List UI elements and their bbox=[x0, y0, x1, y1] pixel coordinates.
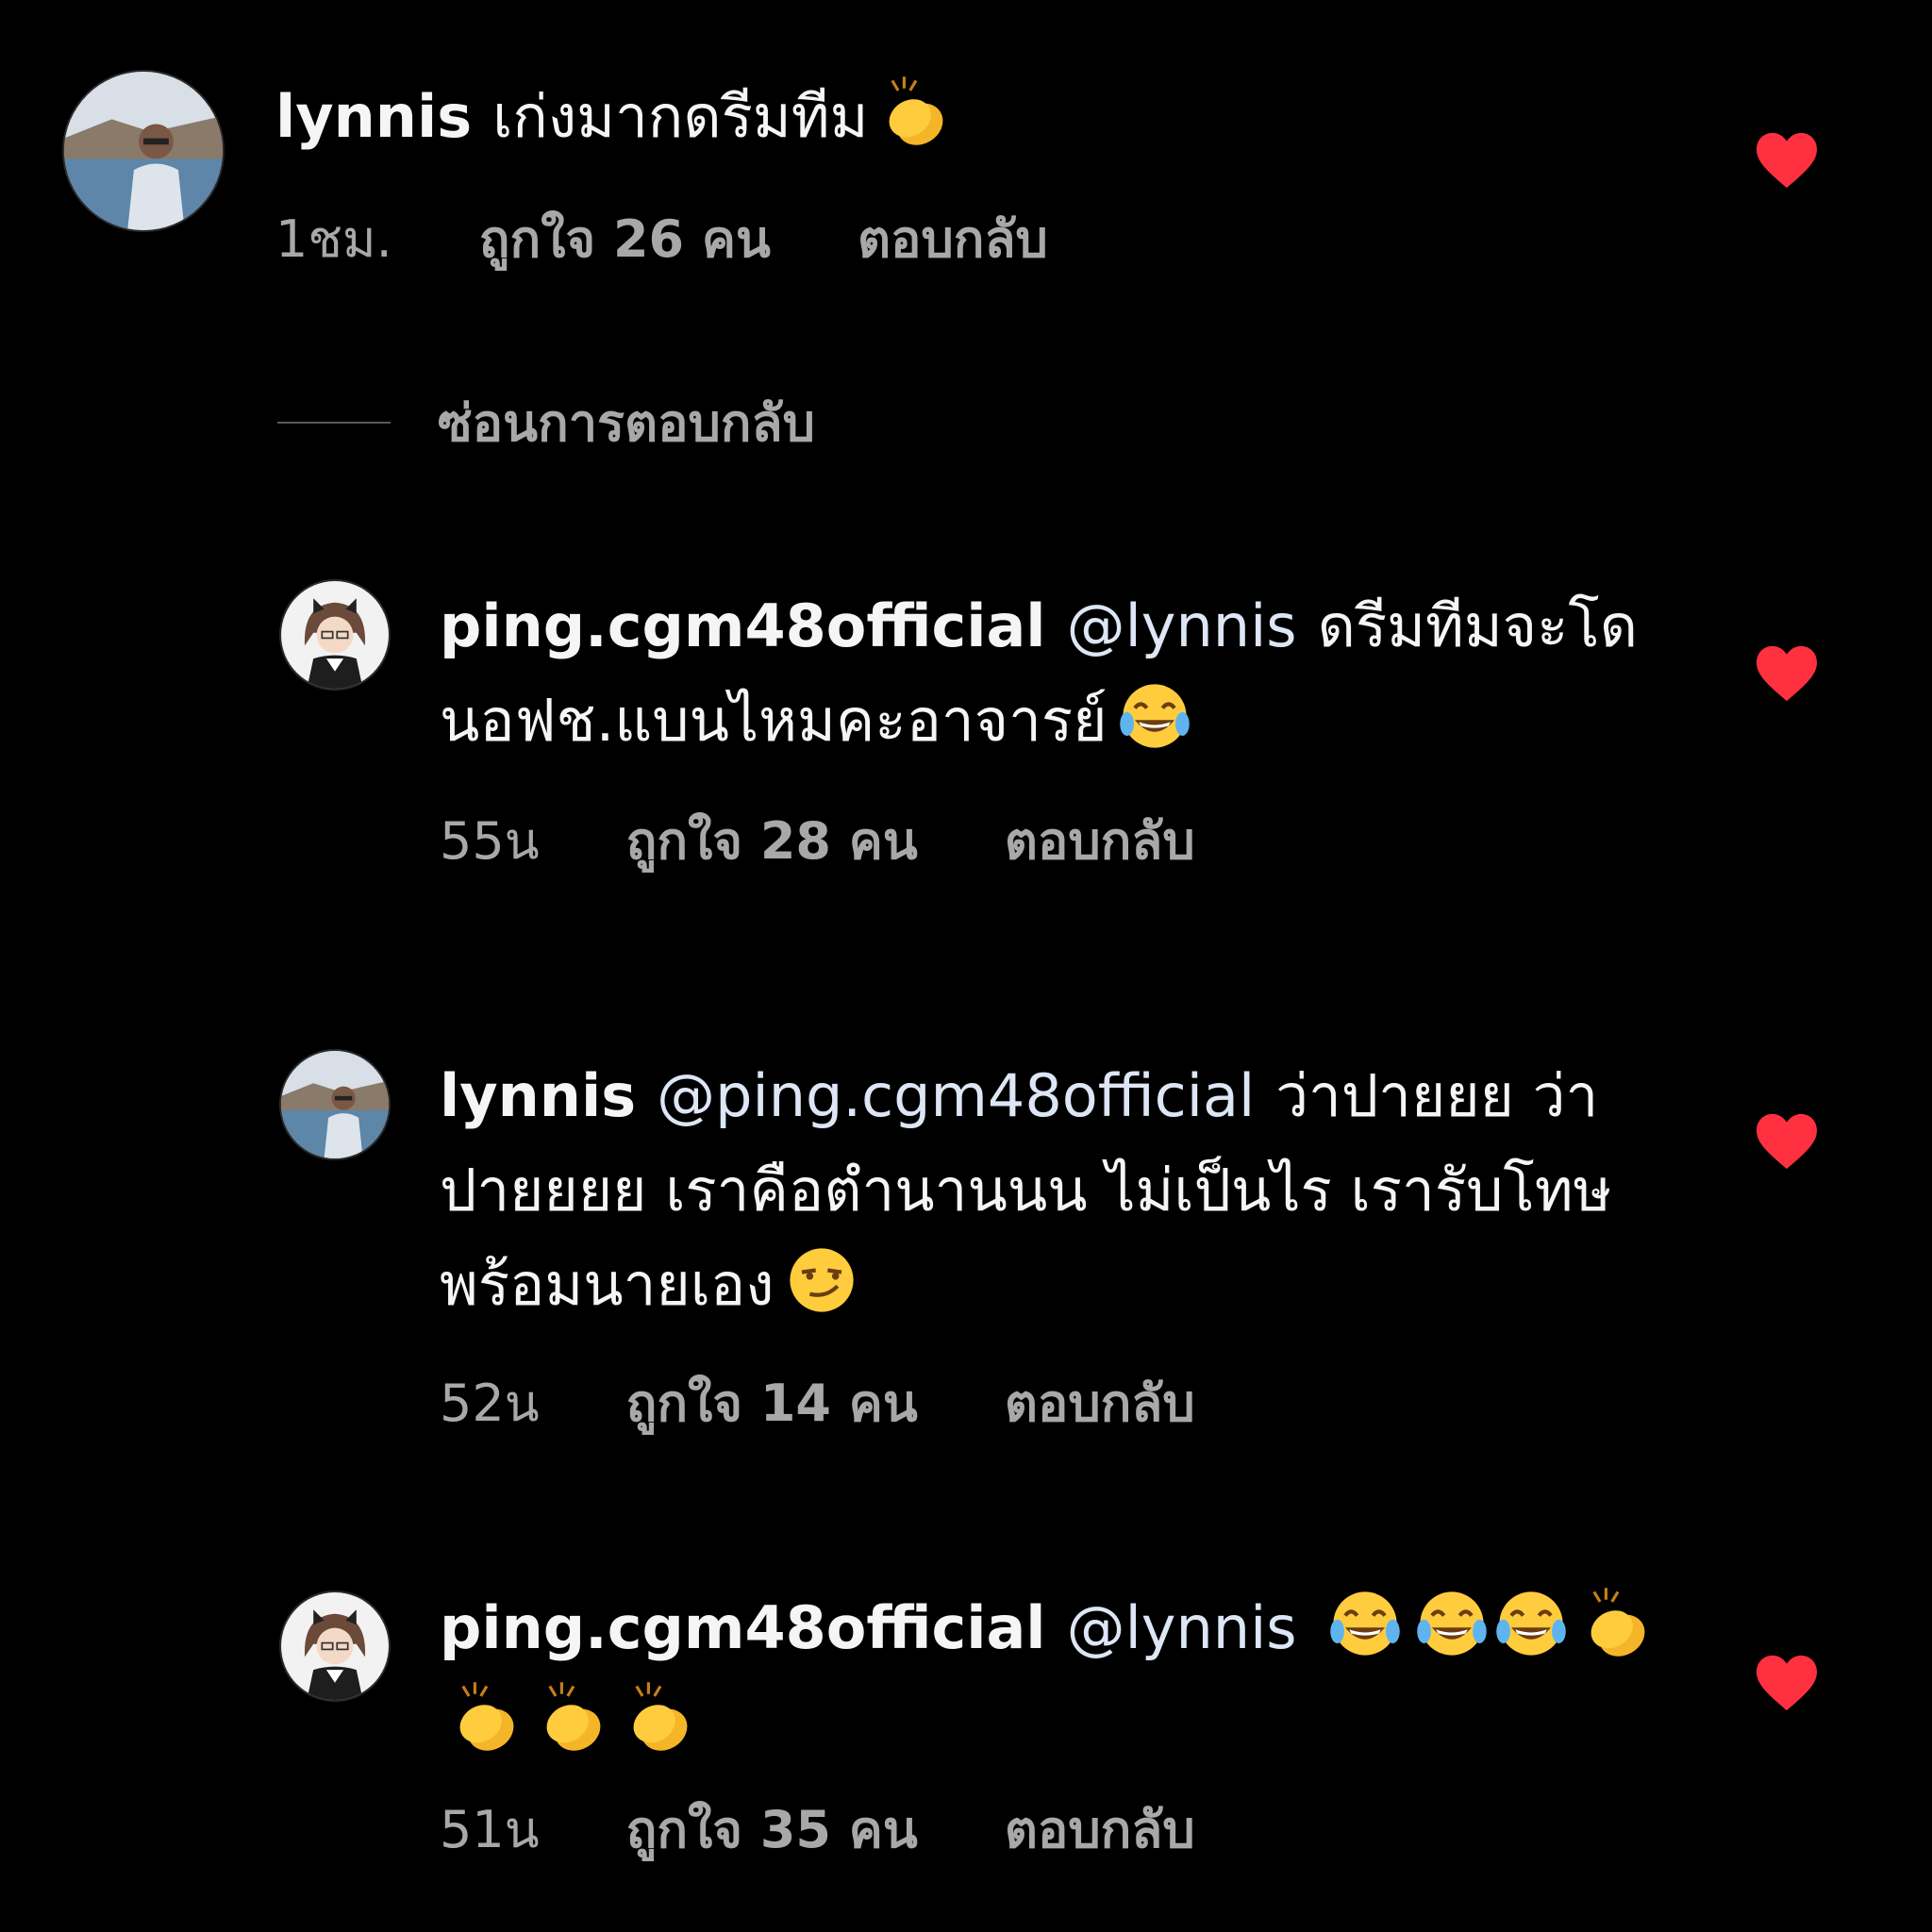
face-with-tears-of-joy-icon bbox=[1412, 1584, 1491, 1663]
hide-replies-toggle[interactable]: ซ่อนการตอบกลับ bbox=[277, 389, 815, 457]
likes-count[interactable]: ถูกใจ 26 คน bbox=[479, 209, 771, 270]
reply-meta: 52น ถูกใจ 14 คน ตอบกลับ bbox=[440, 1374, 1195, 1434]
reply-meta: 51น ถูกใจ 35 คน ตอบกลับ bbox=[440, 1800, 1195, 1860]
like-heart-icon[interactable] bbox=[1753, 643, 1821, 704]
comment-time: 51น bbox=[440, 1800, 540, 1859]
clapping-hands-icon bbox=[1578, 1584, 1657, 1663]
avatar-ping[interactable] bbox=[279, 1591, 391, 1702]
avatar-lynnis[interactable] bbox=[279, 1049, 391, 1160]
likes-count[interactable]: ถูกใจ 14 คน bbox=[626, 1374, 918, 1434]
mention-link[interactable]: @lynnis bbox=[1067, 1593, 1297, 1662]
comment-meta: 1ชม. ถูกใจ 26 คน ตอบกลับ bbox=[275, 209, 1048, 270]
reply-button[interactable]: ตอบกลับ bbox=[1005, 811, 1195, 872]
avatar-lynnis[interactable] bbox=[62, 70, 225, 232]
reply-meta: 55น ถูกใจ 28 คน ตอบกลับ bbox=[440, 811, 1195, 872]
reply-button[interactable]: ตอบกลับ bbox=[1005, 1800, 1195, 1860]
reply-body: ping.cgm48official @lynnis ดรีมทีมจะโดนอฟช… bbox=[440, 579, 1666, 768]
username[interactable]: ping.cgm48official bbox=[440, 591, 1046, 660]
comment-time: 55น bbox=[440, 811, 540, 871]
username[interactable]: lynnis bbox=[275, 82, 472, 151]
smirking-face-icon bbox=[782, 1241, 861, 1320]
comment-text: เก่งมากดรีมทีม bbox=[492, 82, 869, 151]
clapping-hands-icon bbox=[447, 1678, 526, 1757]
comment-time: 1ชม. bbox=[275, 209, 392, 269]
reply-body: lynnis @ping.cgm48official ว่าปายยย ว่าปาย… bbox=[440, 1049, 1666, 1332]
avatar-photo-icon bbox=[281, 581, 389, 689]
face-with-tears-of-joy-icon bbox=[1491, 1584, 1571, 1663]
reply-button[interactable]: ตอบกลับ bbox=[1005, 1374, 1195, 1434]
username[interactable]: lynnis bbox=[440, 1061, 636, 1130]
comment-time: 52น bbox=[440, 1374, 540, 1433]
avatar-photo-icon bbox=[281, 1051, 389, 1158]
mention-link[interactable]: @ping.cgm48official bbox=[657, 1061, 1255, 1130]
like-heart-icon[interactable] bbox=[1753, 1111, 1821, 1172]
comment-body: lynnis เก่งมากดรีมทีม bbox=[275, 70, 1690, 164]
face-with-tears-of-joy-icon bbox=[1325, 1584, 1405, 1663]
divider-line bbox=[277, 422, 391, 424]
avatar-ping[interactable] bbox=[279, 579, 391, 691]
likes-count[interactable]: ถูกใจ 35 คน bbox=[626, 1800, 918, 1860]
clapping-hands-icon bbox=[534, 1678, 613, 1757]
mention-link[interactable]: @lynnis bbox=[1067, 591, 1297, 660]
clapping-hands-icon bbox=[876, 73, 956, 152]
clapping-hands-icon bbox=[621, 1678, 700, 1757]
avatar-photo-icon bbox=[281, 1592, 389, 1700]
avatar-photo-icon bbox=[64, 72, 223, 230]
reply-body: ping.cgm48official @lynnis bbox=[440, 1581, 1666, 1770]
like-heart-icon[interactable] bbox=[1753, 1653, 1821, 1713]
likes-count[interactable]: ถูกใจ 28 คน bbox=[626, 811, 918, 872]
username[interactable]: ping.cgm48official bbox=[440, 1593, 1046, 1662]
like-heart-icon[interactable] bbox=[1753, 130, 1821, 191]
hide-replies-label[interactable]: ซ่อนการตอบกลับ bbox=[438, 382, 815, 463]
reply-button[interactable]: ตอบกลับ bbox=[858, 209, 1048, 270]
face-with-tears-of-joy-icon bbox=[1115, 676, 1194, 756]
